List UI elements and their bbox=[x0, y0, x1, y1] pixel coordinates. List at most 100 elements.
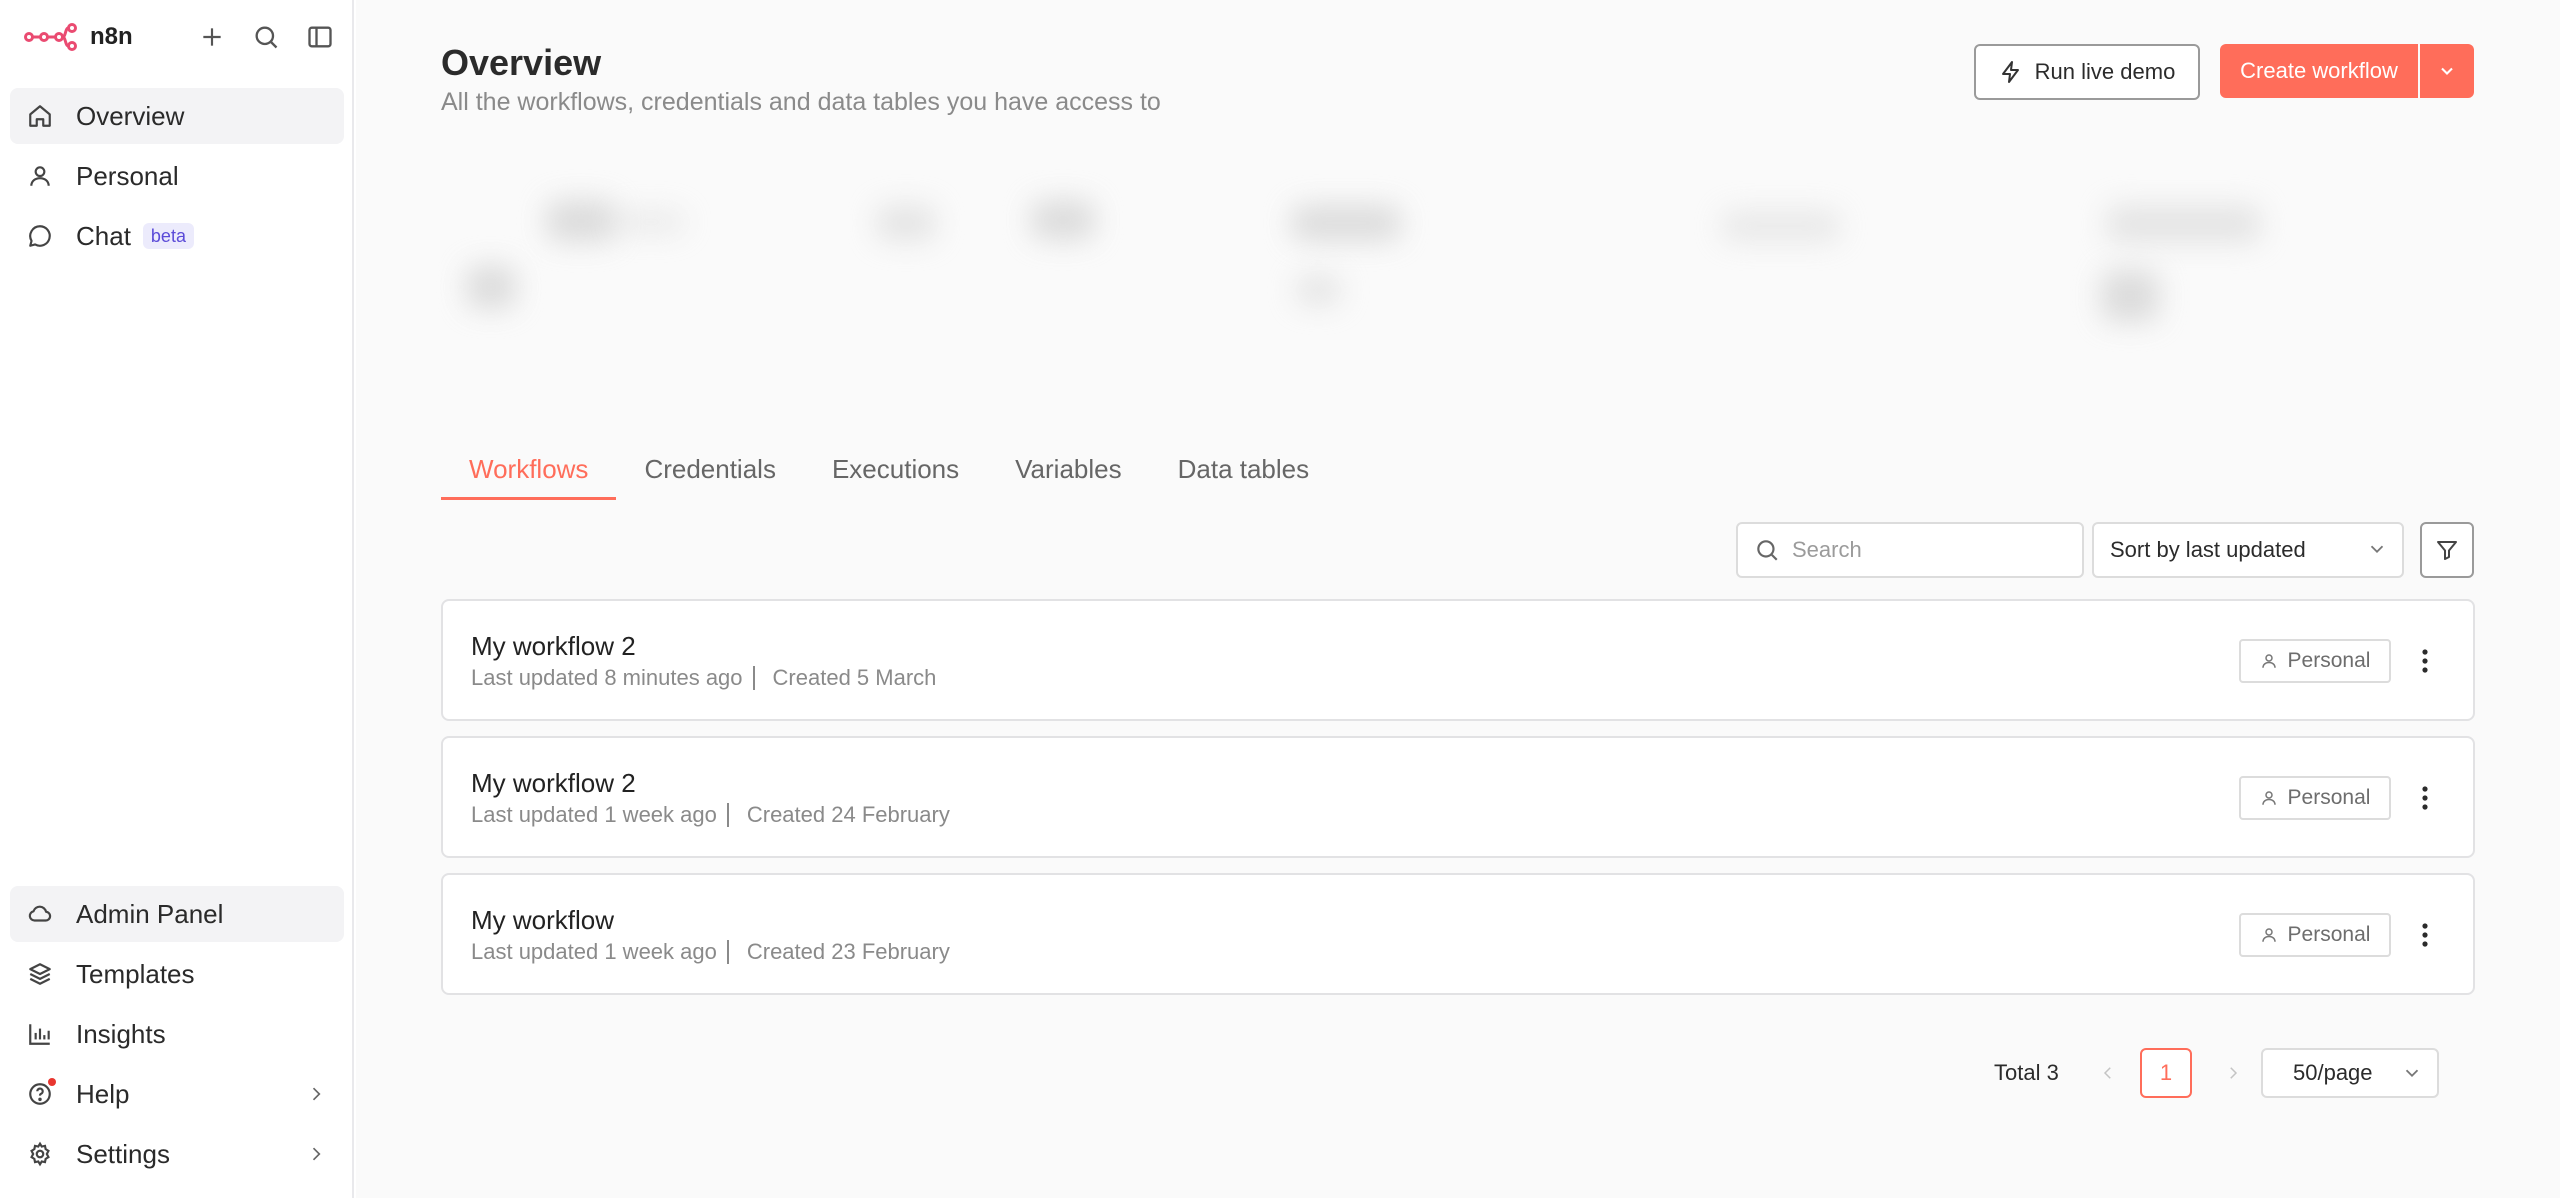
sidebar-item-label: Admin Panel bbox=[76, 898, 224, 929]
chevron-left-icon[interactable] bbox=[2093, 1056, 2123, 1090]
workflow-card[interactable]: My workflow 2 Last updated 1 week ago Cr… bbox=[441, 736, 2475, 858]
filter-button[interactable] bbox=[2420, 522, 2474, 578]
chevron-down-icon bbox=[2366, 538, 2388, 566]
user-icon bbox=[24, 160, 56, 192]
search-icon[interactable] bbox=[248, 19, 284, 55]
app-name: n8n bbox=[90, 23, 133, 50]
owner-label: Personal bbox=[2287, 786, 2371, 809]
chat-icon bbox=[24, 220, 56, 252]
pagination-total: Total 3 bbox=[1994, 1060, 2059, 1085]
bottom-nav: Admin Panel Templates Insights Help Sett… bbox=[10, 886, 344, 1186]
owner-label: Personal bbox=[2287, 923, 2371, 946]
chevron-down-icon bbox=[2441, 67, 2453, 75]
main-nav: Overview Personal Chat beta bbox=[10, 88, 344, 268]
more-options-icon[interactable] bbox=[2409, 643, 2441, 679]
workflow-meta: Last updated 1 week ago Created 23 Febru… bbox=[471, 939, 950, 965]
sidebar-item-admin-panel[interactable]: Admin Panel bbox=[10, 886, 344, 942]
sidebar-item-label: Settings bbox=[76, 1138, 170, 1169]
tab-credentials[interactable]: Credentials bbox=[616, 448, 804, 500]
chevron-right-icon[interactable] bbox=[2218, 1056, 2248, 1090]
sidebar-item-insights[interactable]: Insights bbox=[10, 1006, 344, 1062]
cloud-icon bbox=[24, 898, 56, 930]
user-icon bbox=[2261, 654, 2276, 668]
sidebar-toggle-icon[interactable] bbox=[302, 19, 338, 55]
sidebar-item-personal[interactable]: Personal bbox=[10, 148, 344, 204]
sidebar-item-overview[interactable]: Overview bbox=[10, 88, 344, 144]
sidebar-item-label: Templates bbox=[76, 958, 195, 989]
page-button-current[interactable]: 1 bbox=[2140, 1048, 2192, 1098]
page-title: Overview bbox=[441, 42, 602, 83]
workflow-card[interactable]: My workflow 2 Last updated 8 minutes ago… bbox=[441, 599, 2475, 721]
workflow-card[interactable]: My workflow Last updated 1 week ago Crea… bbox=[441, 873, 2475, 995]
sidebar-item-label: Chat bbox=[76, 220, 131, 251]
user-icon bbox=[2261, 791, 2276, 805]
workflow-created: Created 24 February bbox=[746, 802, 950, 827]
workflow-updated: Last updated 1 week ago bbox=[471, 939, 717, 964]
notification-dot bbox=[48, 1078, 56, 1086]
user-icon bbox=[2261, 928, 2276, 942]
search-input[interactable] bbox=[1792, 537, 2062, 563]
tab-bar: Workflows Credentials Executions Variabl… bbox=[441, 448, 1337, 500]
tab-data-tables[interactable]: Data tables bbox=[1150, 448, 1338, 500]
workflow-name: My workflow bbox=[471, 905, 615, 935]
plus-icon[interactable] bbox=[194, 19, 230, 55]
box-icon bbox=[24, 958, 56, 990]
sidebar: n8n Overview Personal Chat beta Admin Pa… bbox=[0, 0, 354, 1198]
tab-variables[interactable]: Variables bbox=[987, 448, 1149, 500]
page-size-value: 50/page bbox=[2293, 1060, 2373, 1085]
workflow-name: My workflow 2 bbox=[471, 768, 636, 798]
sort-select-value: Sort by last updated bbox=[2110, 537, 2306, 562]
owner-label: Personal bbox=[2287, 649, 2371, 672]
more-options-icon[interactable] bbox=[2409, 780, 2441, 816]
workflow-created: Created 23 February bbox=[746, 939, 950, 964]
sidebar-item-help[interactable]: Help bbox=[10, 1066, 344, 1122]
meta-divider bbox=[752, 666, 755, 690]
workflow-updated: Last updated 8 minutes ago bbox=[471, 665, 743, 690]
insights-summary-blurred bbox=[441, 150, 2475, 360]
create-workflow-dropdown-button[interactable] bbox=[2420, 44, 2474, 98]
gear-icon bbox=[24, 1138, 56, 1170]
search-icon bbox=[1757, 540, 1778, 561]
chevron-down-icon bbox=[2401, 1062, 2423, 1090]
sidebar-item-label: Help bbox=[76, 1078, 130, 1109]
workflow-created: Created 5 March bbox=[772, 665, 937, 690]
run-live-demo-button[interactable]: Run live demo bbox=[1974, 44, 2200, 100]
search-box bbox=[1736, 522, 2084, 578]
sidebar-header: n8n bbox=[0, 0, 354, 74]
page-size-select[interactable]: 50/page bbox=[2261, 1048, 2439, 1098]
main-content: Overview All the workflows, credentials … bbox=[356, 0, 2560, 1198]
workflow-updated: Last updated 1 week ago bbox=[471, 802, 717, 827]
sidebar-item-chat[interactable]: Chat beta bbox=[10, 208, 344, 264]
sidebar-item-templates[interactable]: Templates bbox=[10, 946, 344, 1002]
n8n-logo-icon bbox=[24, 23, 77, 51]
bar-chart-icon bbox=[24, 1018, 56, 1050]
meta-divider bbox=[726, 940, 729, 964]
workflow-meta: Last updated 8 minutes ago Created 5 Mar… bbox=[471, 665, 936, 691]
beta-badge: beta bbox=[142, 223, 194, 249]
create-workflow-button[interactable]: Create workflow bbox=[2220, 44, 2418, 98]
tab-executions[interactable]: Executions bbox=[804, 448, 987, 500]
create-workflow-label: Create workflow bbox=[2240, 58, 2398, 83]
workflow-name: My workflow 2 bbox=[471, 631, 636, 661]
meta-divider bbox=[726, 803, 729, 827]
n8n-logo[interactable]: n8n bbox=[24, 18, 133, 56]
sidebar-item-label: Overview bbox=[76, 100, 185, 131]
sidebar-item-label: Insights bbox=[76, 1018, 166, 1049]
more-options-icon[interactable] bbox=[2409, 917, 2441, 953]
home-icon bbox=[24, 100, 56, 132]
workflow-meta: Last updated 1 week ago Created 24 Febru… bbox=[471, 802, 950, 828]
sort-select[interactable]: Sort by last updated bbox=[2092, 522, 2404, 578]
chevron-right-icon bbox=[302, 1140, 330, 1168]
sidebar-item-label: Personal bbox=[76, 160, 179, 191]
tab-workflows[interactable]: Workflows bbox=[441, 448, 617, 500]
help-icon bbox=[24, 1078, 56, 1110]
run-live-demo-label: Run live demo bbox=[2034, 59, 2176, 84]
owner-badge: Personal bbox=[2239, 639, 2391, 683]
owner-badge: Personal bbox=[2239, 913, 2391, 957]
filter-icon bbox=[2437, 541, 2457, 560]
owner-badge: Personal bbox=[2239, 776, 2391, 820]
lightning-icon bbox=[2001, 61, 2019, 83]
page-subtitle: All the workflows, credentials and data … bbox=[441, 88, 1161, 116]
chevron-right-icon bbox=[302, 1080, 330, 1108]
sidebar-item-settings[interactable]: Settings bbox=[10, 1126, 344, 1182]
